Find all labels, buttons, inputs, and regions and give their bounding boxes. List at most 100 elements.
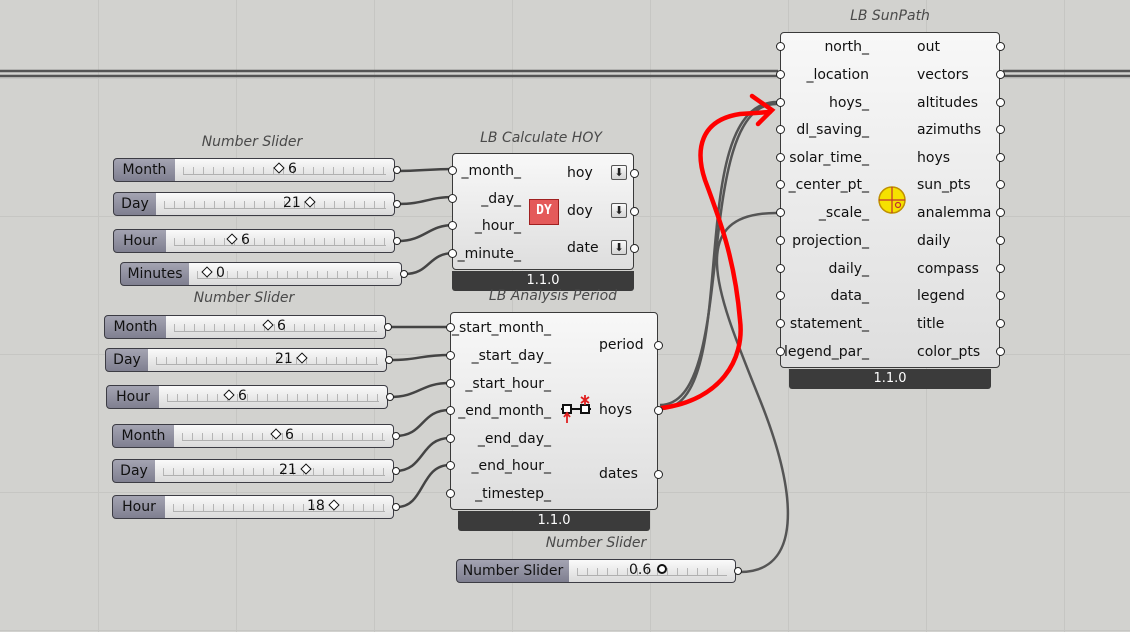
input-port[interactable] <box>776 42 785 51</box>
hoy-component[interactable]: _month_ _day_ _hour_ _minute_ DY hoy doy… <box>448 153 639 291</box>
output-date[interactable]: date <box>567 239 599 257</box>
input-port[interactable] <box>446 434 455 443</box>
output-port[interactable] <box>996 291 1005 300</box>
input-minute[interactable]: _minute_ <box>458 245 521 263</box>
input-north[interactable]: north_ <box>824 38 869 56</box>
start-month-slider[interactable]: Month 6 <box>104 315 394 339</box>
output-port[interactable] <box>996 125 1005 134</box>
output-port[interactable] <box>734 567 742 575</box>
input-port[interactable] <box>446 323 455 332</box>
output-period[interactable]: period <box>599 336 644 354</box>
output-hoys[interactable]: hoys <box>599 401 632 419</box>
output-port[interactable] <box>654 341 663 350</box>
input-port[interactable] <box>776 125 785 134</box>
output-port[interactable] <box>392 503 400 511</box>
output-port[interactable] <box>385 356 393 364</box>
output-port[interactable] <box>996 347 1005 356</box>
slider-grip-icon[interactable] <box>300 463 312 475</box>
input-location[interactable]: _location <box>806 66 869 84</box>
output-port[interactable] <box>392 467 400 475</box>
input-hoys[interactable]: hoys_ <box>829 94 869 112</box>
input-end-month[interactable]: _end_month_ <box>458 402 551 420</box>
hour-slider[interactable]: Hour 6 <box>113 229 403 253</box>
slider-grip-icon[interactable] <box>223 389 235 401</box>
input-statement[interactable]: statement_ <box>790 315 869 333</box>
minutes-slider[interactable]: Minutes 0 <box>120 262 410 286</box>
output-sun-pts[interactable]: sun_pts <box>917 176 971 194</box>
output-azimuths[interactable]: azimuths <box>917 121 981 139</box>
output-port[interactable] <box>393 237 401 245</box>
output-vectors[interactable]: vectors <box>917 66 969 84</box>
input-timestep[interactable]: _timestep_ <box>475 485 551 503</box>
input-port[interactable] <box>776 236 785 245</box>
output-port[interactable] <box>393 200 401 208</box>
output-compass[interactable]: compass <box>917 260 979 278</box>
output-port[interactable] <box>654 406 663 415</box>
output-port[interactable] <box>996 153 1005 162</box>
period-component[interactable]: _start_month_ _start_day_ _start_hour_ _… <box>446 312 663 531</box>
sunpath-component[interactable]: north_ _location hoys_ dl_saving_ solar_… <box>776 32 1005 389</box>
output-color-pts[interactable]: color_pts <box>917 343 980 361</box>
input-port[interactable] <box>776 347 785 356</box>
input-port[interactable] <box>448 194 457 203</box>
input-scale[interactable]: _scale_ <box>819 204 869 222</box>
slider-grip-icon[interactable] <box>304 196 316 208</box>
input-port[interactable] <box>776 153 785 162</box>
input-start-month[interactable]: _start_month_ <box>452 319 551 337</box>
output-port[interactable] <box>996 180 1005 189</box>
output-port[interactable] <box>996 208 1005 217</box>
input-port[interactable] <box>448 249 457 258</box>
input-solar-time[interactable]: solar_time_ <box>789 149 869 167</box>
input-daily[interactable]: daily_ <box>828 260 869 278</box>
output-port[interactable] <box>996 42 1005 51</box>
input-port[interactable] <box>448 166 457 175</box>
output-port[interactable] <box>996 264 1005 273</box>
input-port[interactable] <box>776 70 785 79</box>
output-port[interactable] <box>400 270 408 278</box>
arrow-down-icon[interactable]: ⬇ <box>611 203 627 218</box>
input-month[interactable]: _month_ <box>462 162 521 180</box>
input-port[interactable] <box>776 98 785 107</box>
input-port[interactable] <box>776 208 785 217</box>
output-title[interactable]: title <box>917 315 944 333</box>
arrow-down-icon[interactable]: ⬇ <box>611 165 627 180</box>
input-port[interactable] <box>446 351 455 360</box>
input-start-day[interactable]: _start_day_ <box>472 347 551 365</box>
output-port[interactable] <box>630 207 639 216</box>
scale-slider[interactable]: Number Slider 0.6 <box>456 559 744 583</box>
input-hour[interactable]: _hour_ <box>475 217 521 235</box>
output-hoys[interactable]: hoys <box>917 149 950 167</box>
input-end-day[interactable]: _end_day_ <box>478 430 551 448</box>
output-port[interactable] <box>384 323 392 331</box>
input-port[interactable] <box>776 291 785 300</box>
end-hour-slider[interactable]: Hour 18 <box>112 495 402 519</box>
input-port[interactable] <box>776 180 785 189</box>
output-dates[interactable]: dates <box>599 465 638 483</box>
output-analemma[interactable]: analemma <box>917 204 991 222</box>
output-port[interactable] <box>996 70 1005 79</box>
arrow-down-icon[interactable]: ⬇ <box>611 240 627 255</box>
day-slider[interactable]: Day 21 <box>113 192 403 216</box>
end-day-slider[interactable]: Day 21 <box>112 459 402 483</box>
input-day[interactable]: _day_ <box>481 190 521 208</box>
input-data[interactable]: data_ <box>830 287 869 305</box>
output-legend[interactable]: legend <box>917 287 965 305</box>
output-altitudes[interactable]: altitudes <box>917 94 978 112</box>
input-end-hour[interactable]: _end_hour_ <box>472 457 551 475</box>
output-port[interactable] <box>386 393 394 401</box>
input-port[interactable] <box>776 319 785 328</box>
input-projection[interactable]: projection_ <box>792 232 869 250</box>
output-port[interactable] <box>393 166 401 174</box>
slider-grip-icon[interactable] <box>657 564 668 574</box>
output-hoy[interactable]: hoy <box>567 164 593 182</box>
output-port[interactable] <box>996 98 1005 107</box>
input-center-pt[interactable]: _center_pt_ <box>789 176 869 194</box>
slider-grip-icon[interactable] <box>201 266 213 278</box>
output-port[interactable] <box>630 169 639 178</box>
input-port[interactable] <box>776 264 785 273</box>
end-month-slider[interactable]: Month 6 <box>112 424 402 448</box>
input-port[interactable] <box>446 379 455 388</box>
output-daily[interactable]: daily <box>917 232 951 250</box>
input-port[interactable] <box>446 406 455 415</box>
slider-grip-icon[interactable] <box>262 319 274 331</box>
